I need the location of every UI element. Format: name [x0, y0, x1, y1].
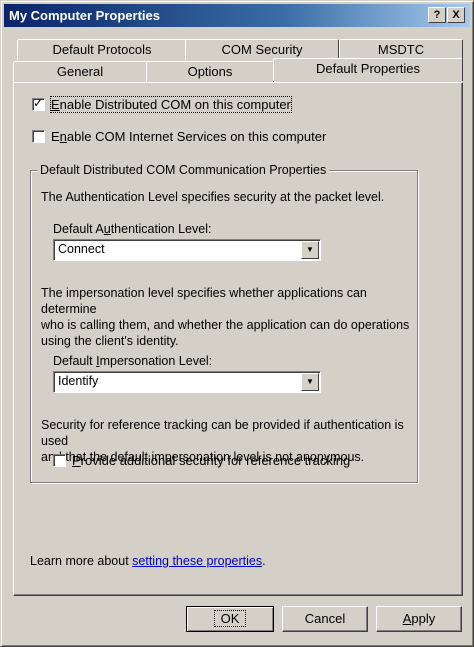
window-title: My Computer Properties	[9, 8, 160, 23]
enable-cis-label: Enable COM Internet Services on this com…	[51, 129, 327, 144]
properties-window: My Computer Properties ? X Default Proto…	[0, 0, 474, 647]
enable-dcom-option[interactable]: ✓ Enable Distributed COM on this computer	[32, 96, 292, 113]
reference-tracking-label: Provide additional security for referenc…	[72, 453, 351, 468]
checkmark-icon: ✓	[33, 96, 44, 110]
learn-more-text: Learn more about setting these propertie…	[30, 554, 266, 568]
setting-properties-link[interactable]: setting these properties	[132, 554, 262, 568]
tab-msdtc[interactable]: MSDTC	[339, 39, 463, 60]
enable-cis-option[interactable]: Enable COM Internet Services on this com…	[32, 129, 326, 144]
reference-tracking-checkbox[interactable]	[53, 454, 66, 467]
auth-level-label: Default Authentication Level:	[53, 222, 212, 236]
group-legend: Default Distributed COM Communication Pr…	[37, 163, 330, 177]
apply-button[interactable]: Apply	[376, 606, 462, 632]
ok-button[interactable]: OK	[186, 606, 274, 632]
auth-level-select[interactable]: Connect ▼	[53, 239, 321, 261]
auth-level-value: Connect	[58, 242, 105, 256]
close-button[interactable]: X	[447, 7, 465, 23]
impersonation-level-label: Default Impersonation Level:	[53, 354, 213, 368]
cancel-button[interactable]: Cancel	[282, 606, 368, 632]
tab-default-protocols[interactable]: Default Protocols	[17, 39, 187, 60]
tab-com-security[interactable]: COM Security	[185, 39, 339, 60]
default-properties-panel: ✓ Enable Distributed COM on this computer…	[13, 82, 463, 596]
enable-dcom-checkbox[interactable]: ✓	[32, 96, 45, 111]
chevron-down-icon[interactable]: ▼	[301, 241, 319, 259]
tab-default-properties[interactable]: Default Properties	[273, 58, 463, 81]
dcom-communication-group: Default Distributed COM Communication Pr…	[30, 163, 418, 483]
chevron-down-icon[interactable]: ▼	[301, 373, 319, 391]
enable-cis-checkbox[interactable]	[32, 130, 45, 143]
impersonation-level-select[interactable]: Identify ▼	[53, 371, 321, 393]
tab-options[interactable]: Options	[146, 61, 274, 82]
reference-tracking-option[interactable]: Provide additional security for referenc…	[53, 453, 350, 468]
title-bar[interactable]: My Computer Properties ? X	[4, 4, 470, 27]
tab-general[interactable]: General	[13, 61, 147, 82]
enable-dcom-label: Enable Distributed COM on this computer	[50, 96, 292, 113]
impersonation-description: The impersonation level specifies whethe…	[41, 286, 410, 348]
help-button[interactable]: ?	[428, 7, 446, 23]
auth-description: The Authentication Level specifies secur…	[41, 190, 385, 204]
impersonation-level-value: Identify	[58, 374, 99, 388]
